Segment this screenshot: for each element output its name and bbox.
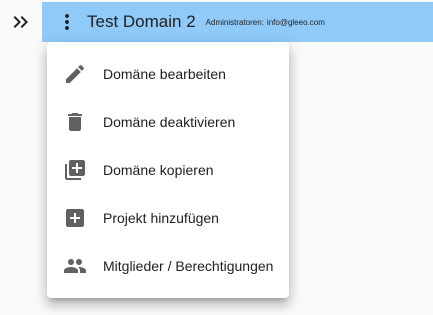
menu-item-label: Projekt hinzufügen (103, 210, 219, 226)
menu-item-label: Domäne deaktivieren (103, 114, 236, 130)
domain-context-menu: Domäne bearbeiten Domäne deaktivieren Do… (47, 42, 289, 298)
menu-item-label: Mitglieder / Berechtigungen (103, 258, 274, 274)
admin-email: info@gleeo.com (266, 17, 325, 27)
add-box-icon (63, 206, 87, 230)
domain-menu-button[interactable] (55, 10, 79, 34)
expand-sidebar-button[interactable] (8, 10, 32, 34)
menu-item-edit-domain[interactable]: Domäne bearbeiten (47, 50, 289, 98)
menu-item-deactivate-domain[interactable]: Domäne deaktivieren (47, 98, 289, 146)
people-icon (63, 254, 87, 278)
menu-item-label: Domäne bearbeiten (103, 66, 226, 82)
trash-icon (63, 110, 87, 134)
domain-header: Test Domain 2 Administratoren: info@glee… (42, 2, 433, 42)
pencil-icon (63, 62, 87, 86)
admin-label: Administratoren: (205, 17, 264, 27)
domain-title: Test Domain 2 (87, 12, 196, 31)
page: Test Domain 2 Administratoren: info@glee… (0, 0, 433, 315)
library-add-icon (63, 158, 87, 182)
more-vertical-icon (65, 14, 69, 30)
menu-item-label: Domäne kopieren (103, 162, 214, 178)
double-chevron-right-icon (13, 16, 28, 28)
menu-item-members-permissions[interactable]: Mitglieder / Berechtigungen (47, 242, 289, 290)
menu-item-copy-domain[interactable]: Domäne kopieren (47, 146, 289, 194)
menu-item-add-project[interactable]: Projekt hinzufügen (47, 194, 289, 242)
